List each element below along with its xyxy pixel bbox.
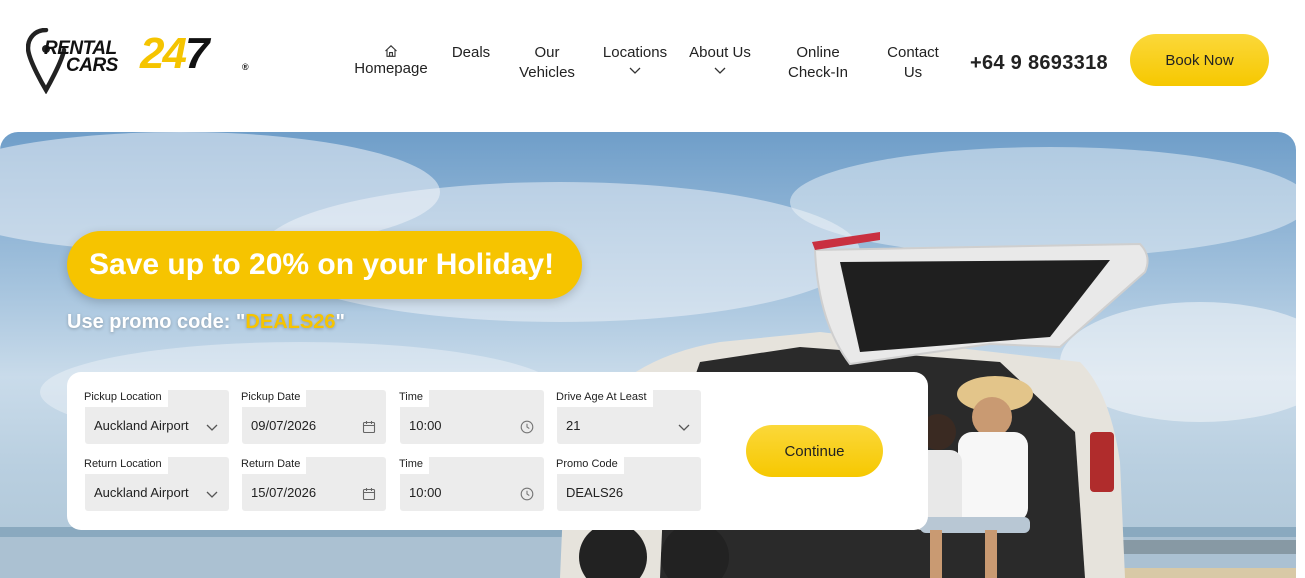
driver-age-value: 21 [566,418,581,433]
nav-label-about-us: About Us [689,44,751,61]
booking-form: Pickup Location Auckland Airport Pickup … [67,372,928,530]
promo-headline-banner: Save up to 20% on your Holiday! [67,231,582,299]
return-date-label: Return Date [241,456,307,474]
hero-section: Save up to 20% on your Holiday! Use prom… [0,132,1296,578]
nav-label-locations: Locations [602,44,668,61]
chevron-down-icon [714,67,726,74]
pickup-time-label: Time [399,389,430,407]
return-time-input[interactable]: Time 10:00 [399,456,544,511]
chevron-down-icon [206,491,218,498]
pickup-location-label: Pickup Location [84,389,168,407]
nav-label-our: Our [534,44,560,61]
nav-item-deals[interactable]: Deals [446,43,496,63]
nav-item-online-check-in[interactable]: Online Check-In [780,43,856,83]
promo-code-input[interactable]: Promo Code DEALS26 [556,456,701,511]
pickup-location-select[interactable]: Pickup Location Auckland Airport [84,389,229,444]
pickup-time-input[interactable]: Time 10:00 [399,389,544,444]
nav-item-about-us[interactable]: About Us [686,43,754,75]
nav-label-vehicles: Vehicles [519,64,575,81]
return-time-value: 10:00 [409,485,442,500]
promo-code-label: Promo Code [556,456,624,474]
nav-label-us: Us [903,64,923,81]
phone-number-link[interactable]: +64 9 8693318 [970,52,1108,75]
chevron-down-icon [678,424,690,431]
chevron-down-icon [206,424,218,431]
nav-item-contact-us[interactable]: Contact Us [880,43,946,83]
clock-icon [520,487,534,501]
logo-wordmark: RENTAL CARS [44,39,118,76]
logo-number-b: 7 [184,29,210,78]
pickup-date-value: 09/07/2026 [251,418,317,433]
pickup-time-value: 10:00 [409,418,442,433]
logo-line2: CARS [66,55,118,76]
logo-registered-mark: ® [242,62,249,72]
return-time-label: Time [399,456,430,474]
return-location-value: Auckland Airport [94,485,189,500]
nav-label-check-in: Check-In [787,64,849,81]
nav-label-deals: Deals [451,44,491,61]
clock-icon [520,420,534,434]
return-date-input[interactable]: Return Date 15/07/2026 [241,456,386,511]
nav-label-contact: Contact [887,44,939,61]
home-icon [385,45,397,57]
logo-number-a: 24 [140,29,187,78]
return-location-select[interactable]: Return Location Auckland Airport [84,456,229,511]
pickup-location-value: Auckland Airport [94,418,189,433]
rentalcars247-logo[interactable]: RENTAL CARS 247 ® [26,28,256,94]
driver-age-label: Drive Age At Least [556,389,653,407]
calendar-icon [362,488,376,501]
return-date-value: 15/07/2026 [251,485,317,500]
return-location-label: Return Location [84,456,168,474]
nav-item-homepage[interactable]: Homepage [354,44,428,79]
promo-suffix: " [335,311,345,333]
chevron-down-icon [629,67,641,74]
nav-label-homepage: Homepage [354,60,428,77]
nav-label-online: Online [796,44,840,61]
promo-prefix: Use promo code: " [67,311,246,333]
pickup-date-input[interactable]: Pickup Date 09/07/2026 [241,389,386,444]
pickup-date-label: Pickup Date [241,389,307,407]
nav-item-our-vehicles[interactable]: Our Vehicles [512,43,582,83]
book-now-button[interactable]: Book Now [1130,34,1269,86]
site-header: RENTAL CARS 247 ® Homepage Deals Our Veh… [0,0,1305,132]
driver-age-select[interactable]: Drive Age At Least 21 [556,389,701,444]
nav-item-locations[interactable]: Locations [598,43,672,75]
promo-code-value: DEALS26 [245,311,336,333]
logo-number: 247 [140,29,210,78]
promo-code-text: Use promo code: "DEALS26" [67,311,345,334]
continue-button[interactable]: Continue [746,425,883,477]
calendar-icon [362,421,376,434]
promo-code-field-value: DEALS26 [566,485,624,500]
